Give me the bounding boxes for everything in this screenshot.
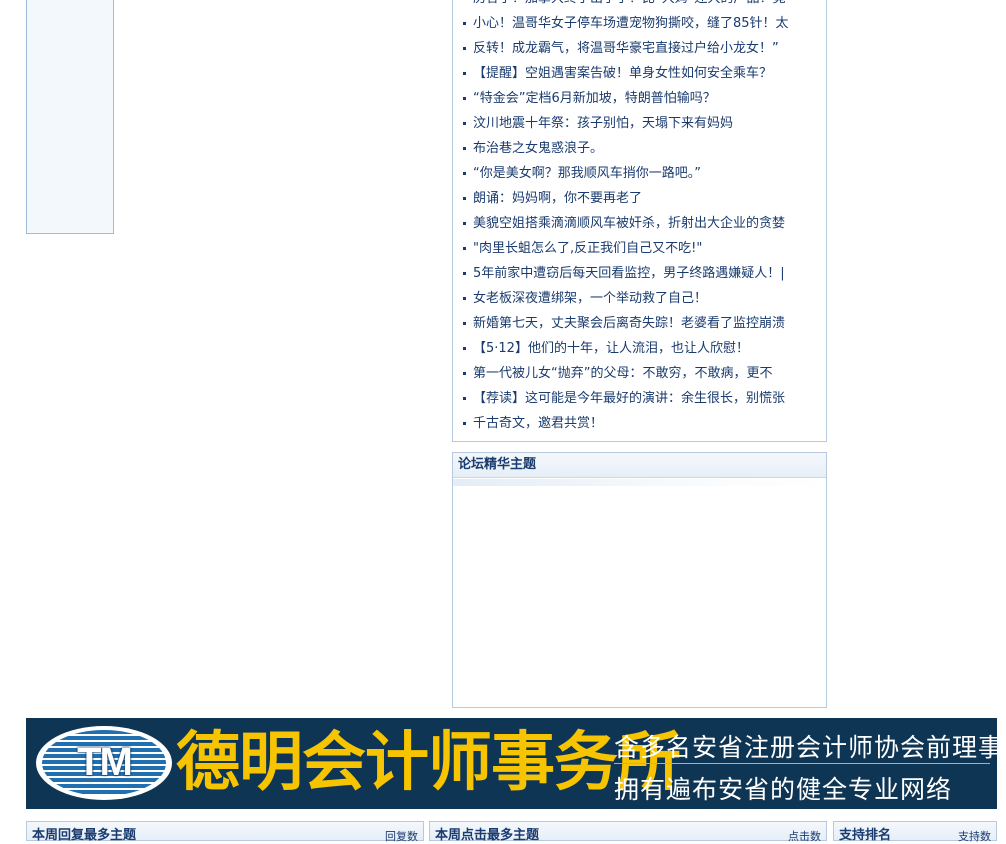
banner-tagline: 含多名安省注册会计师协会前理事 xyxy=(614,733,997,762)
featured-topics-panel: 论坛精华主题 xyxy=(452,452,827,708)
news-item: 千古奇文，邀君共赏！ xyxy=(453,411,825,436)
bullet-icon xyxy=(463,372,466,375)
bullet-icon xyxy=(463,72,466,75)
news-item: 布治巷之女鬼惑浪子。 xyxy=(453,136,825,161)
panel-title: 支持排名 xyxy=(839,828,892,843)
news-link[interactable]: “你是美女啊？那我顺风车捎你一路吧。” xyxy=(473,161,813,186)
banner-divider xyxy=(614,763,990,764)
bullet-icon xyxy=(463,172,466,175)
news-link[interactable]: 美貌空姐搭乘滴滴顺风车被奸杀，折射出大企业的贪婪 xyxy=(473,211,813,236)
news-item: 【5·12】他们的十年，让人流泪，也让人欣慰！ xyxy=(453,336,825,361)
logo-text: TM xyxy=(77,740,133,784)
column-header: 支持数 xyxy=(958,830,991,843)
panel-subheader-bar xyxy=(453,479,826,486)
weekly-most-replied-panel: 本周回复最多主题 回复数 xyxy=(26,821,424,843)
news-item: 小心！温哥华女子停车场遭宠物狗撕咬，缝了85针！太 xyxy=(453,11,825,36)
news-link[interactable]: “特金会”定档6月新加坡，特朗普怕输吗？ xyxy=(473,86,813,111)
news-item: "肉里长蛆怎么了,反正我们自己又不吃!" xyxy=(453,236,825,261)
bullet-icon xyxy=(463,97,466,100)
news-link[interactable]: 女老板深夜遭绑架，一个举动救了自己！ xyxy=(473,286,813,311)
news-link[interactable]: 5年前家中遭窃后每天回看监控，男子终路遇嫌疑人！| xyxy=(473,261,813,286)
banner-company-name: 德明会计师事务所 xyxy=(176,726,681,800)
featured-topics-title: 论坛精华主题 xyxy=(453,453,826,478)
company-logo: TM xyxy=(36,726,172,800)
news-item: 汶川地震十年祭：孩子别怕，天塌下来有妈妈 xyxy=(453,111,825,136)
news-item: 女老板深夜遭绑架，一个举动救了自己！ xyxy=(453,286,825,311)
bullet-icon xyxy=(463,122,466,125)
news-item: 【提醒】空姐遇害案告破！单身女性如何安全乘车？ xyxy=(453,61,825,86)
bullet-icon xyxy=(463,22,466,25)
news-item: “特金会”定档6月新加坡，特朗普怕输吗？ xyxy=(453,86,825,111)
bullet-icon xyxy=(463,397,466,400)
news-item: 5年前家中遭窃后每天回看监控，男子终路遇嫌疑人！| xyxy=(453,261,825,286)
news-link[interactable]: 【荐读】这可能是今年最好的演讲：余生很长，别慌张 xyxy=(473,386,813,411)
banner-tagline: 拥有遍布安省的健全专业网络 xyxy=(614,775,953,804)
news-item: 第一代被儿女“抛弃”的父母：不敢穷，不敢病，更不 xyxy=(453,361,825,386)
news-link[interactable]: 历各子！加拿大终于出手了！比“大妈”还大的产品！竟 xyxy=(473,0,813,11)
support-ranking-panel: 支持排名 支持数 xyxy=(833,821,997,843)
news-item: 新婚第七天，丈夫聚会后离奇失踪！老婆看了监控崩溃 xyxy=(453,311,825,336)
news-item: “你是美女啊？那我顺风车捎你一路吧。” xyxy=(453,161,825,186)
panel-title: 本周回复最多主题 xyxy=(32,828,137,843)
news-link[interactable]: 小心！温哥华女子停车场遭宠物狗撕咬，缝了85针！太 xyxy=(473,11,813,36)
ad-banner[interactable]: TM 德明会计师事务所 含多名安省注册会计师协会前理事 拥有遍布安省的健全专业网… xyxy=(26,718,997,809)
column-header: 点击数 xyxy=(788,830,821,843)
news-item: 【荐读】这可能是今年最好的演讲：余生很长，别慌张 xyxy=(453,386,825,411)
news-link[interactable]: "肉里长蛆怎么了,反正我们自己又不吃!" xyxy=(473,236,813,261)
bullet-icon xyxy=(463,347,466,350)
news-list-box: 历各子！加拿大终于出手了！比“大妈”还大的产品！竟 小心！温哥华女子停车场遭宠物… xyxy=(452,0,827,442)
news-link[interactable]: 汶川地震十年祭：孩子别怕，天塌下来有妈妈 xyxy=(473,111,813,136)
panel-title: 本周点击最多主题 xyxy=(435,828,540,843)
news-link[interactable]: 朗诵：妈妈啊，你不要再老了 xyxy=(473,186,813,211)
bullet-icon xyxy=(463,47,466,50)
bullet-icon xyxy=(463,272,466,275)
bullet-icon xyxy=(463,147,466,150)
bullet-icon xyxy=(463,322,466,325)
news-link[interactable]: 布治巷之女鬼惑浪子。 xyxy=(473,136,813,161)
bullet-icon xyxy=(463,422,466,425)
column-header: 回复数 xyxy=(385,830,418,843)
news-link[interactable]: 新婚第七天，丈夫聚会后离奇失踪！老婆看了监控崩溃 xyxy=(473,311,813,336)
bullet-icon xyxy=(463,222,466,225)
news-link[interactable]: 反转！成龙霸气，将温哥华豪宅直接过户给小龙女！” xyxy=(473,36,813,61)
weekly-most-clicked-panel: 本周点击最多主题 点击数 xyxy=(429,821,827,843)
bullet-icon xyxy=(463,197,466,200)
news-item: 朗诵：妈妈啊，你不要再老了 xyxy=(453,186,825,211)
bullet-icon xyxy=(463,297,466,300)
news-link[interactable]: 千古奇文，邀君共赏！ xyxy=(473,411,813,436)
news-link[interactable]: 【5·12】他们的十年，让人流泪，也让人欣慰！ xyxy=(473,336,813,361)
bullet-icon xyxy=(463,247,466,250)
news-link[interactable]: 【提醒】空姐遇害案告破！单身女性如何安全乘车？ xyxy=(473,61,813,86)
left-sidebar-box xyxy=(26,0,114,234)
news-item: 历各子！加拿大终于出手了！比“大妈”还大的产品！竟 xyxy=(453,0,825,11)
news-link[interactable]: 第一代被儿女“抛弃”的父母：不敢穷，不敢病，更不 xyxy=(473,361,813,386)
news-item: 美貌空姐搭乘滴滴顺风车被奸杀，折射出大企业的贪婪 xyxy=(453,211,825,236)
news-item: 反转！成龙霸气，将温哥华豪宅直接过户给小龙女！” xyxy=(453,36,825,61)
